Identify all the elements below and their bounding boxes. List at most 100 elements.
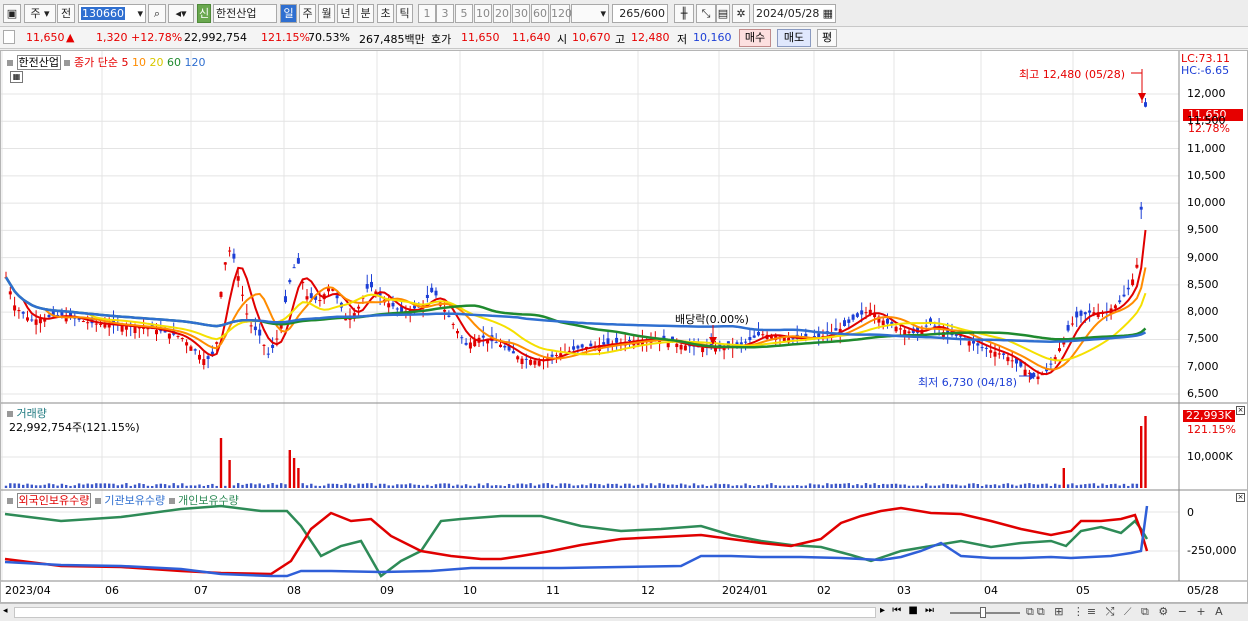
candle[interactable]	[26, 317, 29, 321]
volume-bar[interactable]	[1109, 484, 1113, 488]
volume-bar[interactable]	[632, 485, 635, 488]
candle[interactable]	[198, 354, 201, 360]
volume-bar[interactable]	[370, 483, 373, 488]
volume-bar[interactable]	[198, 484, 201, 488]
period-tab-6[interactable]: 틱	[396, 4, 413, 23]
volume-bar[interactable]	[383, 483, 386, 488]
volume-bar[interactable]	[791, 485, 795, 488]
legend-close-label[interactable]: 종가 단순	[74, 56, 118, 69]
stock-name-field[interactable]: 한전산업	[213, 4, 277, 23]
volume-bar[interactable]	[77, 483, 81, 488]
volume-bar[interactable]	[1023, 483, 1027, 488]
volume-bar[interactable]	[662, 483, 666, 488]
candle[interactable]	[503, 345, 507, 348]
speaker-icon[interactable]: ◂▾	[168, 4, 194, 23]
volume-bar[interactable]	[559, 483, 562, 488]
volume-bar[interactable]	[705, 485, 709, 488]
volume-bar[interactable]	[1071, 483, 1074, 488]
volume-bar[interactable]	[224, 485, 227, 488]
volume-bar[interactable]	[864, 483, 868, 488]
volume-bar[interactable]	[658, 483, 661, 488]
volume-bar[interactable]	[9, 483, 12, 488]
volume-bar[interactable]	[942, 483, 945, 488]
volume-bar[interactable]	[189, 485, 193, 488]
volume-bar[interactable]	[1105, 484, 1108, 488]
volume-bar[interactable]	[120, 484, 124, 488]
volume-bar[interactable]	[400, 484, 403, 488]
candle[interactable]	[99, 323, 103, 325]
volume-bar[interactable]	[86, 483, 89, 488]
volume-bar[interactable]	[163, 484, 167, 488]
candle[interactable]	[288, 280, 292, 283]
volume-bar[interactable]	[546, 483, 549, 488]
candle[interactable]	[249, 325, 253, 327]
candle[interactable]	[468, 342, 472, 349]
candle[interactable]	[1075, 311, 1079, 318]
volume-bar[interactable]	[907, 485, 911, 488]
volume-bar[interactable]	[262, 485, 266, 488]
volume-bar[interactable]	[894, 483, 898, 488]
volume-bar[interactable]	[701, 484, 704, 488]
candle[interactable]	[572, 346, 576, 350]
candle[interactable]	[1006, 357, 1010, 362]
candle[interactable]	[1113, 305, 1117, 309]
candle[interactable]	[499, 344, 502, 347]
volume-bar[interactable]	[925, 483, 928, 488]
volume-bar[interactable]	[69, 485, 72, 488]
volume-bar[interactable]	[787, 485, 790, 488]
volume-bar[interactable]	[542, 483, 545, 488]
volume-bar[interactable]	[245, 483, 248, 488]
volume-bar[interactable]	[1101, 483, 1104, 488]
volume-bar[interactable]	[249, 483, 253, 488]
candles[interactable]	[4, 97, 1148, 385]
volume-bar[interactable]	[993, 484, 997, 488]
volume-bar[interactable]	[374, 485, 377, 488]
volume-bar[interactable]	[697, 485, 700, 488]
chart-area[interactable]: 한전산업 종가 단순 5 10 20 60 120 ▦ 최고 12,480 (0…	[0, 50, 1248, 603]
volume-bar[interactable]	[254, 484, 257, 488]
volume-bar[interactable]	[649, 483, 653, 488]
candle[interactable]	[318, 300, 322, 302]
volume-bar[interactable]	[47, 483, 51, 488]
volume-bar[interactable]	[39, 485, 42, 488]
volume-bar[interactable]	[464, 484, 468, 488]
period-tab-2[interactable]: 월	[318, 4, 335, 23]
volume-bar[interactable]	[241, 484, 244, 488]
candle[interactable]	[1139, 206, 1143, 210]
candle[interactable]	[580, 344, 584, 348]
candle[interactable]	[791, 338, 795, 340]
volume-bar[interactable]	[4, 485, 8, 488]
count-input[interactable]: 265/600	[612, 4, 668, 23]
minute-tab-5[interactable]: 30	[512, 4, 530, 23]
volume-bar[interactable]	[808, 483, 812, 488]
volume-bar[interactable]	[52, 484, 55, 488]
buy-button[interactable]: 매수	[739, 29, 771, 47]
foreign-holding-label[interactable]: 외국인보유수량	[16, 493, 92, 508]
volume-bar[interactable]	[968, 483, 971, 488]
volume-bar[interactable]	[1049, 485, 1053, 488]
volume-bar[interactable]	[495, 485, 498, 488]
volume-bar[interactable]	[555, 485, 558, 488]
candle[interactable]	[976, 343, 980, 346]
volume-bar[interactable]	[679, 483, 683, 488]
volume-bar[interactable]	[219, 438, 223, 488]
volume-bar[interactable]	[409, 483, 412, 488]
close-icon[interactable]: ×	[1236, 406, 1245, 415]
volume-bar[interactable]	[1079, 484, 1083, 488]
candle[interactable]	[456, 331, 459, 334]
candle[interactable]	[744, 341, 748, 343]
volume-bar[interactable]	[873, 483, 876, 488]
period-tab-0[interactable]: 일	[280, 4, 297, 23]
candle[interactable]	[185, 342, 189, 346]
volume-bar[interactable]	[60, 483, 64, 488]
tool-icon[interactable]: ⤡	[696, 4, 716, 23]
candle[interactable]	[17, 310, 21, 312]
candle[interactable]	[589, 343, 593, 347]
legend-ma-60[interactable]: 60	[167, 56, 181, 69]
chart-tools[interactable]: ⧉⧉ ⊞ ⋮≡ ⤭ ⟋ ⧉ ⚙ − + A	[1026, 605, 1226, 619]
scrollbar-track[interactable]	[14, 607, 876, 618]
volume-bar[interactable]	[348, 483, 352, 488]
volume-bar[interactable]	[821, 485, 825, 488]
volume-bar[interactable]	[1092, 483, 1096, 488]
gear-icon[interactable]: ✲	[732, 4, 750, 23]
